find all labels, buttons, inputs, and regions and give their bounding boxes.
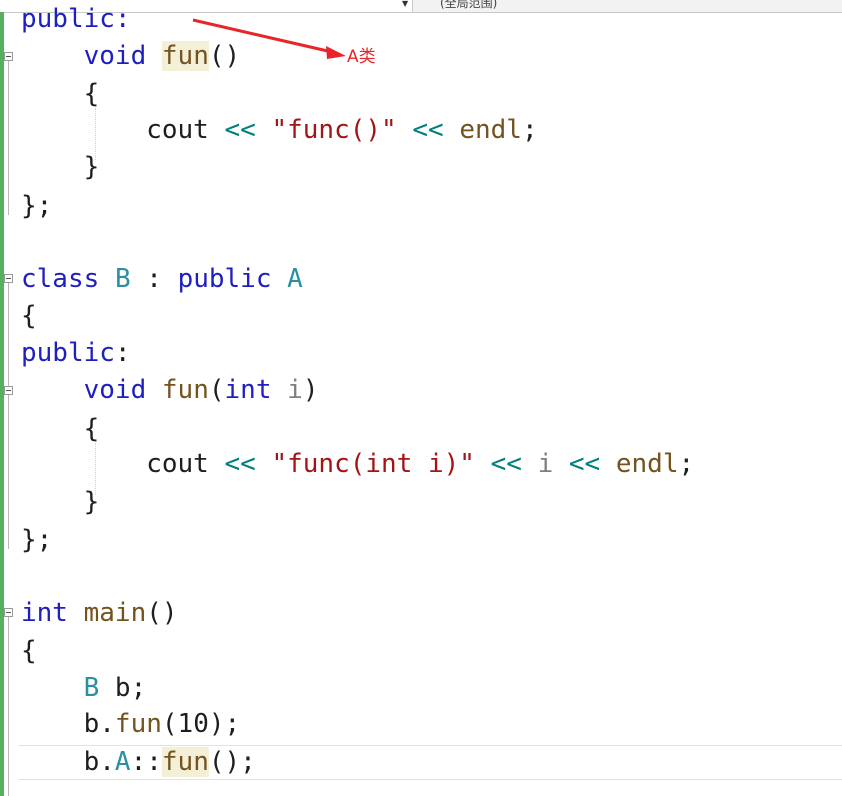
annotation-arrow-icon [192, 18, 346, 59]
annotation-label: A类 [347, 47, 376, 67]
